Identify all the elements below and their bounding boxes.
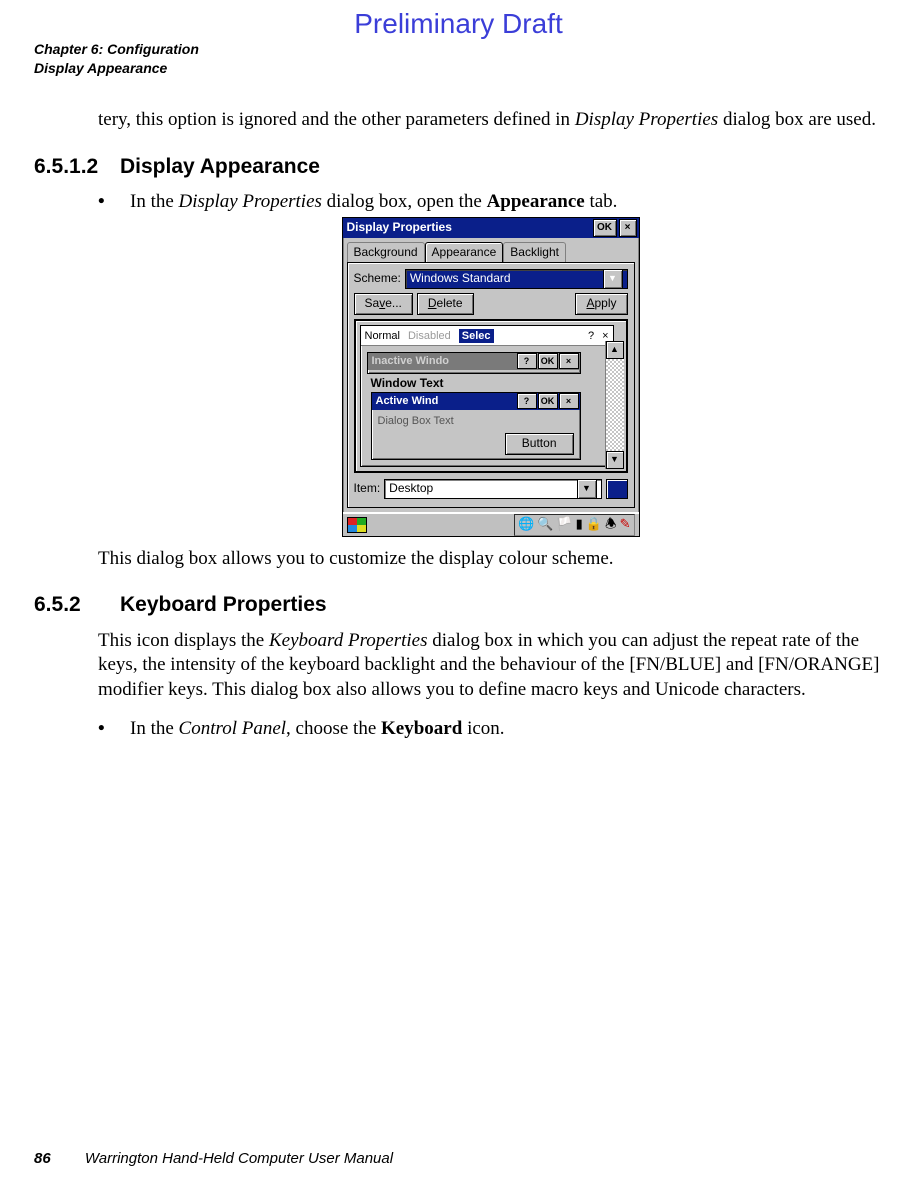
preview-scrollbar[interactable]: ▲ ▼ xyxy=(605,341,624,469)
scroll-up-icon[interactable]: ▲ xyxy=(606,341,624,359)
preview-window-text: Window Text xyxy=(371,376,444,392)
dialog-ok-button[interactable]: OK xyxy=(593,219,617,237)
tray-globe-icon[interactable]: 🌐 xyxy=(518,516,534,533)
start-flag-icon[interactable] xyxy=(347,517,367,533)
help-icon: ? xyxy=(588,329,594,343)
tray-search-icon[interactable]: 🔍 xyxy=(537,516,553,533)
bullet-open-appearance: • In the Display Properties dialog box, … xyxy=(98,190,883,215)
continuation-paragraph: tery, this option is ignored and the oth… xyxy=(98,108,883,133)
bullet-choose-keyboard: • In the Control Panel, choose the Keybo… xyxy=(98,717,883,742)
figure-display-properties: Display Properties OK × Background Appea… xyxy=(98,217,883,541)
figure-caption: This dialog box allows you to customize … xyxy=(98,547,883,572)
apply-button[interactable]: Apply xyxy=(575,293,627,315)
running-header-line1: Chapter 6: Configuration xyxy=(34,40,199,59)
scroll-down-icon[interactable]: ▼ xyxy=(606,451,624,469)
preliminary-draft-banner: Preliminary Draft xyxy=(0,0,917,40)
item-combo[interactable]: Desktop ▼ xyxy=(384,479,601,499)
tray-lock-icon[interactable]: 🔒 xyxy=(586,516,602,533)
keyboard-paragraph: This icon displays the Keyboard Properti… xyxy=(98,629,883,703)
item-label: Item: xyxy=(354,481,381,497)
tray-flag-icon[interactable]: 🏳️ xyxy=(556,516,572,533)
heading-6-5-1-2: 6.5.1.2Display Appearance xyxy=(34,153,883,180)
dialog-title: Display Properties xyxy=(347,220,452,236)
taskbar[interactable]: 🌐 🔍 🏳️ ▮ 🔒 🕭 ✎ xyxy=(343,512,639,536)
preview-button: Button xyxy=(505,433,574,455)
preview-menubar: Normal Disabled Selec ? × xyxy=(361,326,613,346)
chevron-down-icon[interactable]: ▼ xyxy=(603,269,623,289)
dialog-close-button[interactable]: × xyxy=(619,219,637,237)
scheme-label: Scheme: xyxy=(354,271,401,287)
page-body: tery, this option is ignored and the oth… xyxy=(98,108,883,741)
system-tray[interactable]: 🌐 🔍 🏳️ ▮ 🔒 🕭 ✎ xyxy=(514,514,634,536)
tab-background[interactable]: Background xyxy=(347,242,425,263)
scheme-combo[interactable]: Windows Standard ▼ xyxy=(405,269,628,289)
chevron-down-icon[interactable]: ▼ xyxy=(577,479,597,499)
running-header-line2: Display Appearance xyxy=(34,59,199,78)
save-button[interactable]: Save... xyxy=(354,293,413,315)
tab-appearance[interactable]: Appearance xyxy=(425,242,504,263)
running-header: Chapter 6: Configuration Display Appeara… xyxy=(34,40,199,78)
heading-6-5-2: 6.5.2Keyboard Properties xyxy=(34,591,883,618)
tray-volume-icon[interactable]: 🕭 xyxy=(605,516,617,533)
page-footer: 86 Warrington Hand-Held Computer User Ma… xyxy=(34,1150,393,1167)
appearance-preview: Normal Disabled Selec ? × Inactive Windo xyxy=(354,319,628,473)
color-swatch[interactable] xyxy=(606,479,628,499)
preview-dialog-text: Dialog Box Text xyxy=(372,410,580,432)
tray-card-icon[interactable]: ▮ xyxy=(576,516,583,533)
dialog-titlebar[interactable]: Display Properties OK × xyxy=(343,218,639,238)
preview-active-titlebar: Active Wind ? OK × xyxy=(372,393,580,410)
delete-button[interactable]: Delete xyxy=(417,293,474,315)
preview-inactive-titlebar: Inactive Windo ? OK × xyxy=(368,353,580,370)
footer-title: Warrington Hand-Held Computer User Manua… xyxy=(85,1150,393,1167)
page-number: 86 xyxy=(34,1150,51,1167)
tray-pencil-icon[interactable]: ✎ xyxy=(620,516,631,533)
tab-backlight[interactable]: Backlight xyxy=(503,242,566,263)
